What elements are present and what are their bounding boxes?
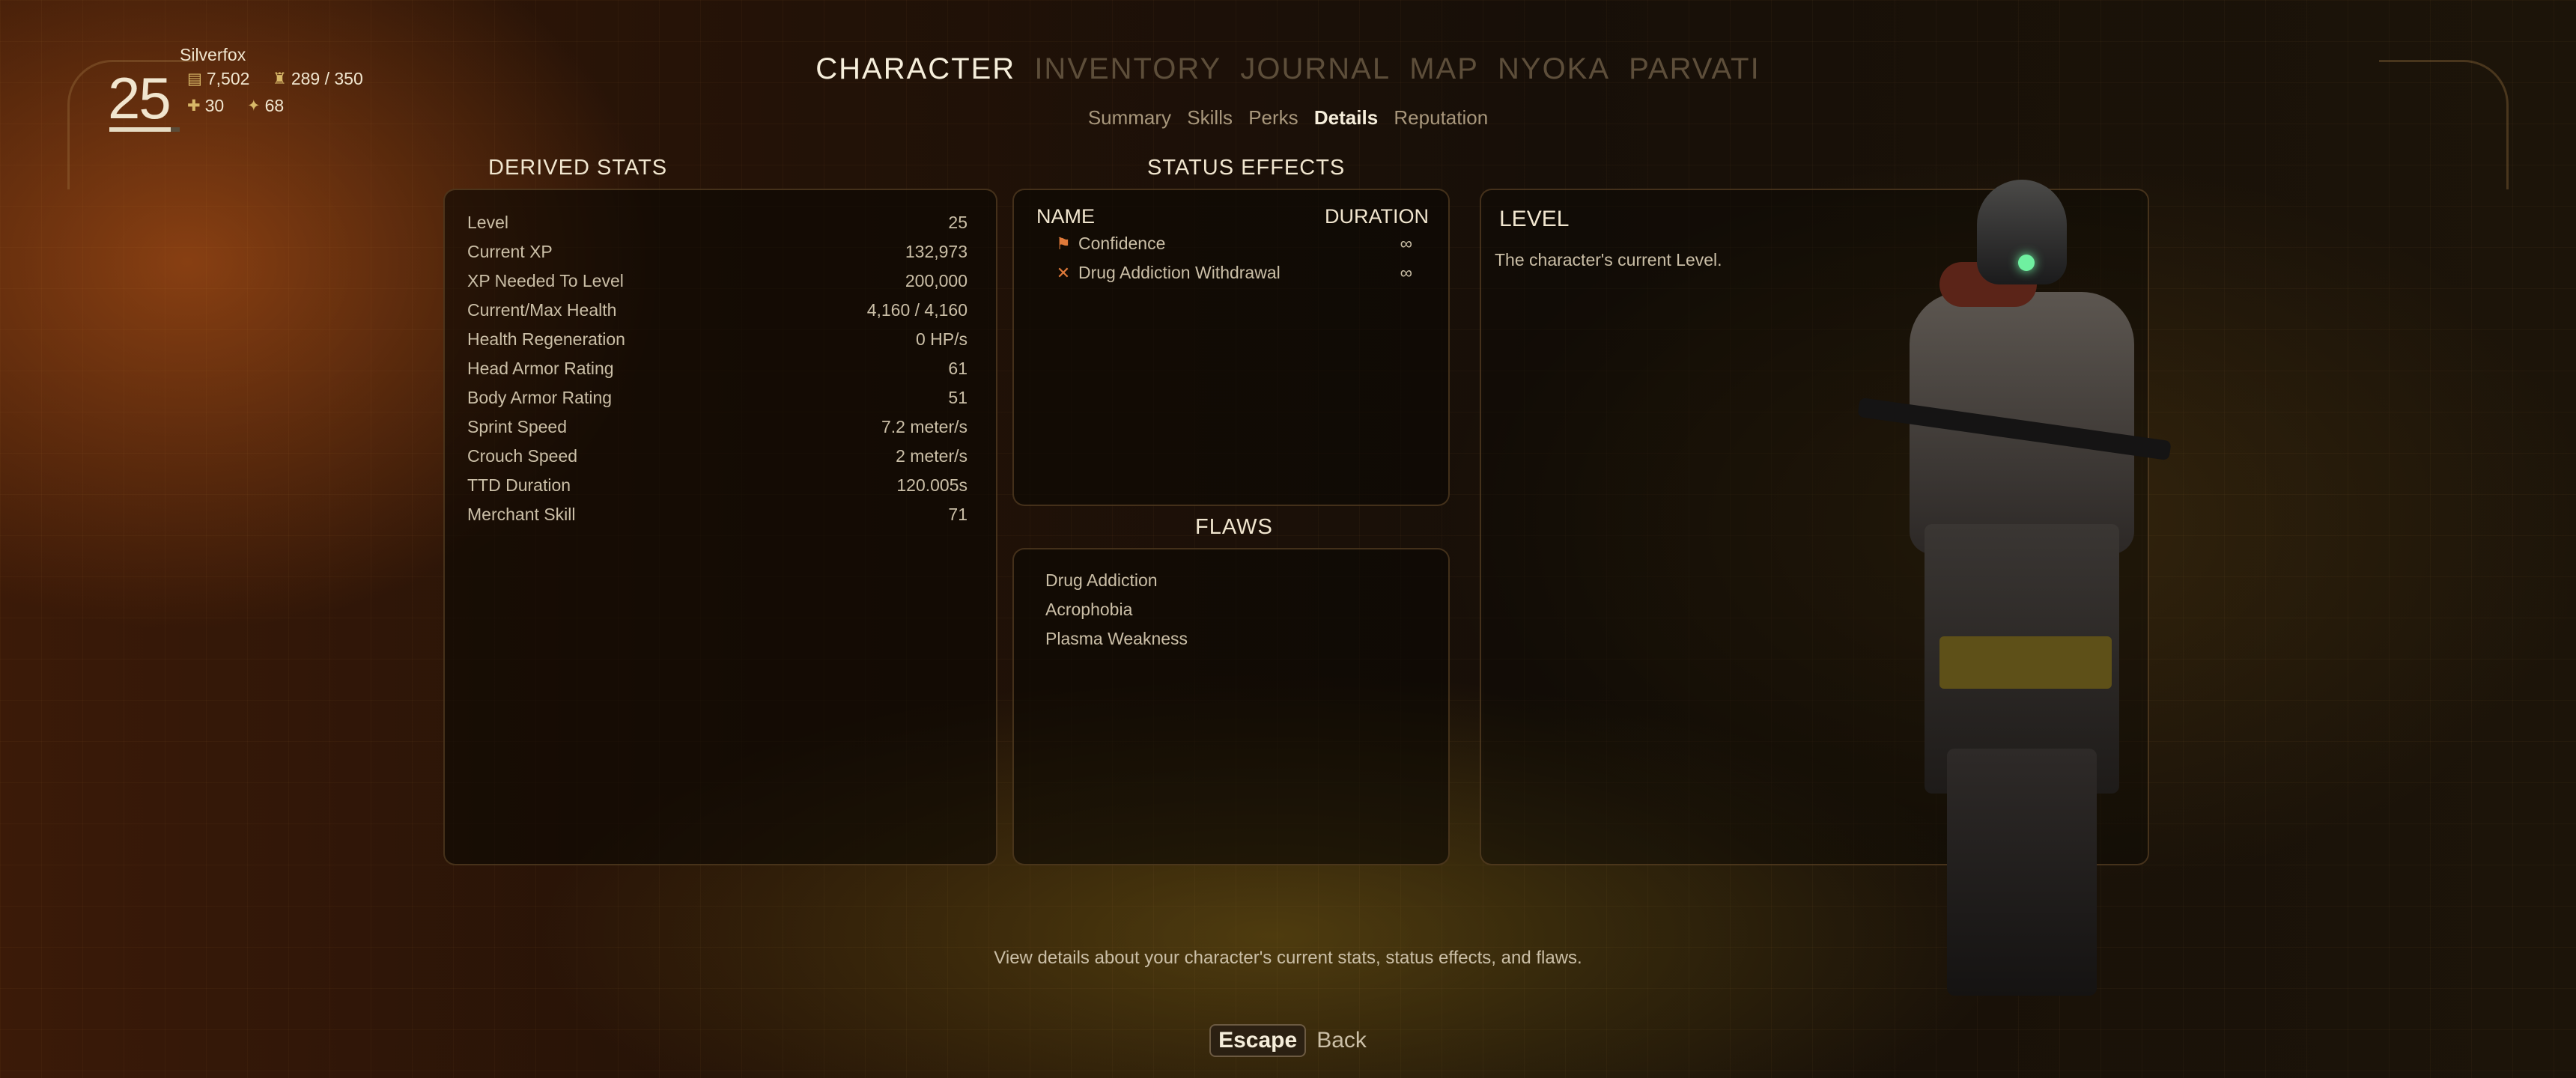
tab-inventory[interactable]: INVENTORY: [1034, 52, 1221, 85]
flag-icon: ⚑: [1056, 234, 1071, 253]
stat-label: Level: [467, 213, 508, 232]
stat-label: Current XP: [467, 242, 553, 261]
flaws-panel: Drug Addiction Acrophobia Plasma Weaknes…: [1012, 548, 1450, 865]
status-effect-duration: ∞: [1400, 263, 1412, 282]
tab-parvati[interactable]: PARVATI: [1629, 52, 1761, 85]
stat-value: 132,973: [905, 242, 967, 261]
stat-label: Crouch Speed: [467, 446, 578, 466]
status-effect-name: Confidence: [1078, 234, 1166, 253]
subtab-skills[interactable]: Skills: [1187, 106, 1233, 129]
tab-character[interactable]: CHARACTER: [815, 52, 1015, 85]
flaw-item[interactable]: Acrophobia: [1045, 600, 1132, 620]
stat-value: 61: [948, 359, 967, 378]
derived-stats-panel: Level 25 Current XP 132,973 XP Needed To…: [443, 189, 997, 865]
stat-label: Head Armor Rating: [467, 359, 614, 378]
column-header-name: NAME: [1036, 205, 1096, 228]
crossed-syringe-icon: ✕: [1056, 263, 1071, 282]
stat-label: Body Armor Rating: [467, 388, 613, 407]
stat-label: Merchant Skill: [467, 505, 576, 524]
stat-value: 51: [948, 388, 967, 407]
subtab-details[interactable]: Details: [1314, 106, 1378, 129]
status-effect-row[interactable]: ✕ Drug Addiction Withdrawal: [1056, 263, 1281, 283]
tab-journal[interactable]: JOURNAL: [1240, 52, 1391, 85]
flaw-item[interactable]: Plasma Weakness: [1045, 629, 1188, 649]
stat-value: 200,000: [905, 271, 967, 290]
stat-value: 4,160 / 4,160: [866, 300, 967, 320]
status-effect-row[interactable]: ⚑ Confidence: [1056, 234, 1165, 254]
stat-value: 120.005s: [896, 475, 967, 495]
tab-nyoka[interactable]: NYOKA: [1498, 52, 1610, 85]
status-effect-name: Drug Addiction Withdrawal: [1078, 263, 1281, 282]
footer-controls: Escape Back: [0, 1024, 2576, 1057]
escape-key[interactable]: Escape: [1209, 1024, 1307, 1057]
subtab-reputation[interactable]: Reputation: [1394, 106, 1488, 129]
status-effect-duration: ∞: [1400, 234, 1412, 253]
flaw-item[interactable]: Drug Addiction: [1045, 570, 1158, 591]
derived-stats-title: DERIVED STATS: [488, 156, 668, 180]
back-button[interactable]: Back: [1316, 1028, 1367, 1053]
flaws-title: FLAWS: [1195, 515, 1273, 539]
character-model: [1850, 180, 2187, 1003]
subtab-summary[interactable]: Summary: [1088, 106, 1171, 129]
tab-map[interactable]: MAP: [1409, 52, 1479, 85]
info-description: The character's current Level.: [1495, 250, 1722, 270]
status-effects-title: STATUS EFFECTS: [1147, 156, 1346, 180]
column-header-duration: DURATION: [1325, 205, 1429, 228]
stat-value: 25: [948, 213, 967, 232]
sub-tabs: Summary Skills Perks Details Reputation: [0, 106, 2576, 130]
stat-label: XP Needed To Level: [467, 271, 624, 290]
stat-label: Sprint Speed: [467, 417, 567, 436]
stat-value: 7.2 meter/s: [881, 417, 967, 436]
helmet-lens: [2018, 255, 2035, 271]
stat-label: Current/Max Health: [467, 300, 617, 320]
subtab-perks[interactable]: Perks: [1248, 106, 1298, 129]
stat-label: TTD Duration: [467, 475, 571, 495]
character-belt: [1939, 636, 2112, 689]
stat-label: Health Regeneration: [467, 329, 625, 349]
stat-value: 71: [948, 505, 967, 524]
info-title: LEVEL: [1499, 207, 1570, 231]
main-tabs: CHARACTER INVENTORY JOURNAL MAP NYOKA PA…: [0, 52, 2576, 86]
screen-hint: View details about your character's curr…: [994, 948, 1582, 968]
stat-value: 2 meter/s: [896, 446, 967, 466]
status-effects-panel: NAME DURATION ⚑ Confidence ∞ ✕ Drug Addi…: [1012, 189, 1450, 506]
stat-value: 0 HP/s: [915, 329, 967, 349]
